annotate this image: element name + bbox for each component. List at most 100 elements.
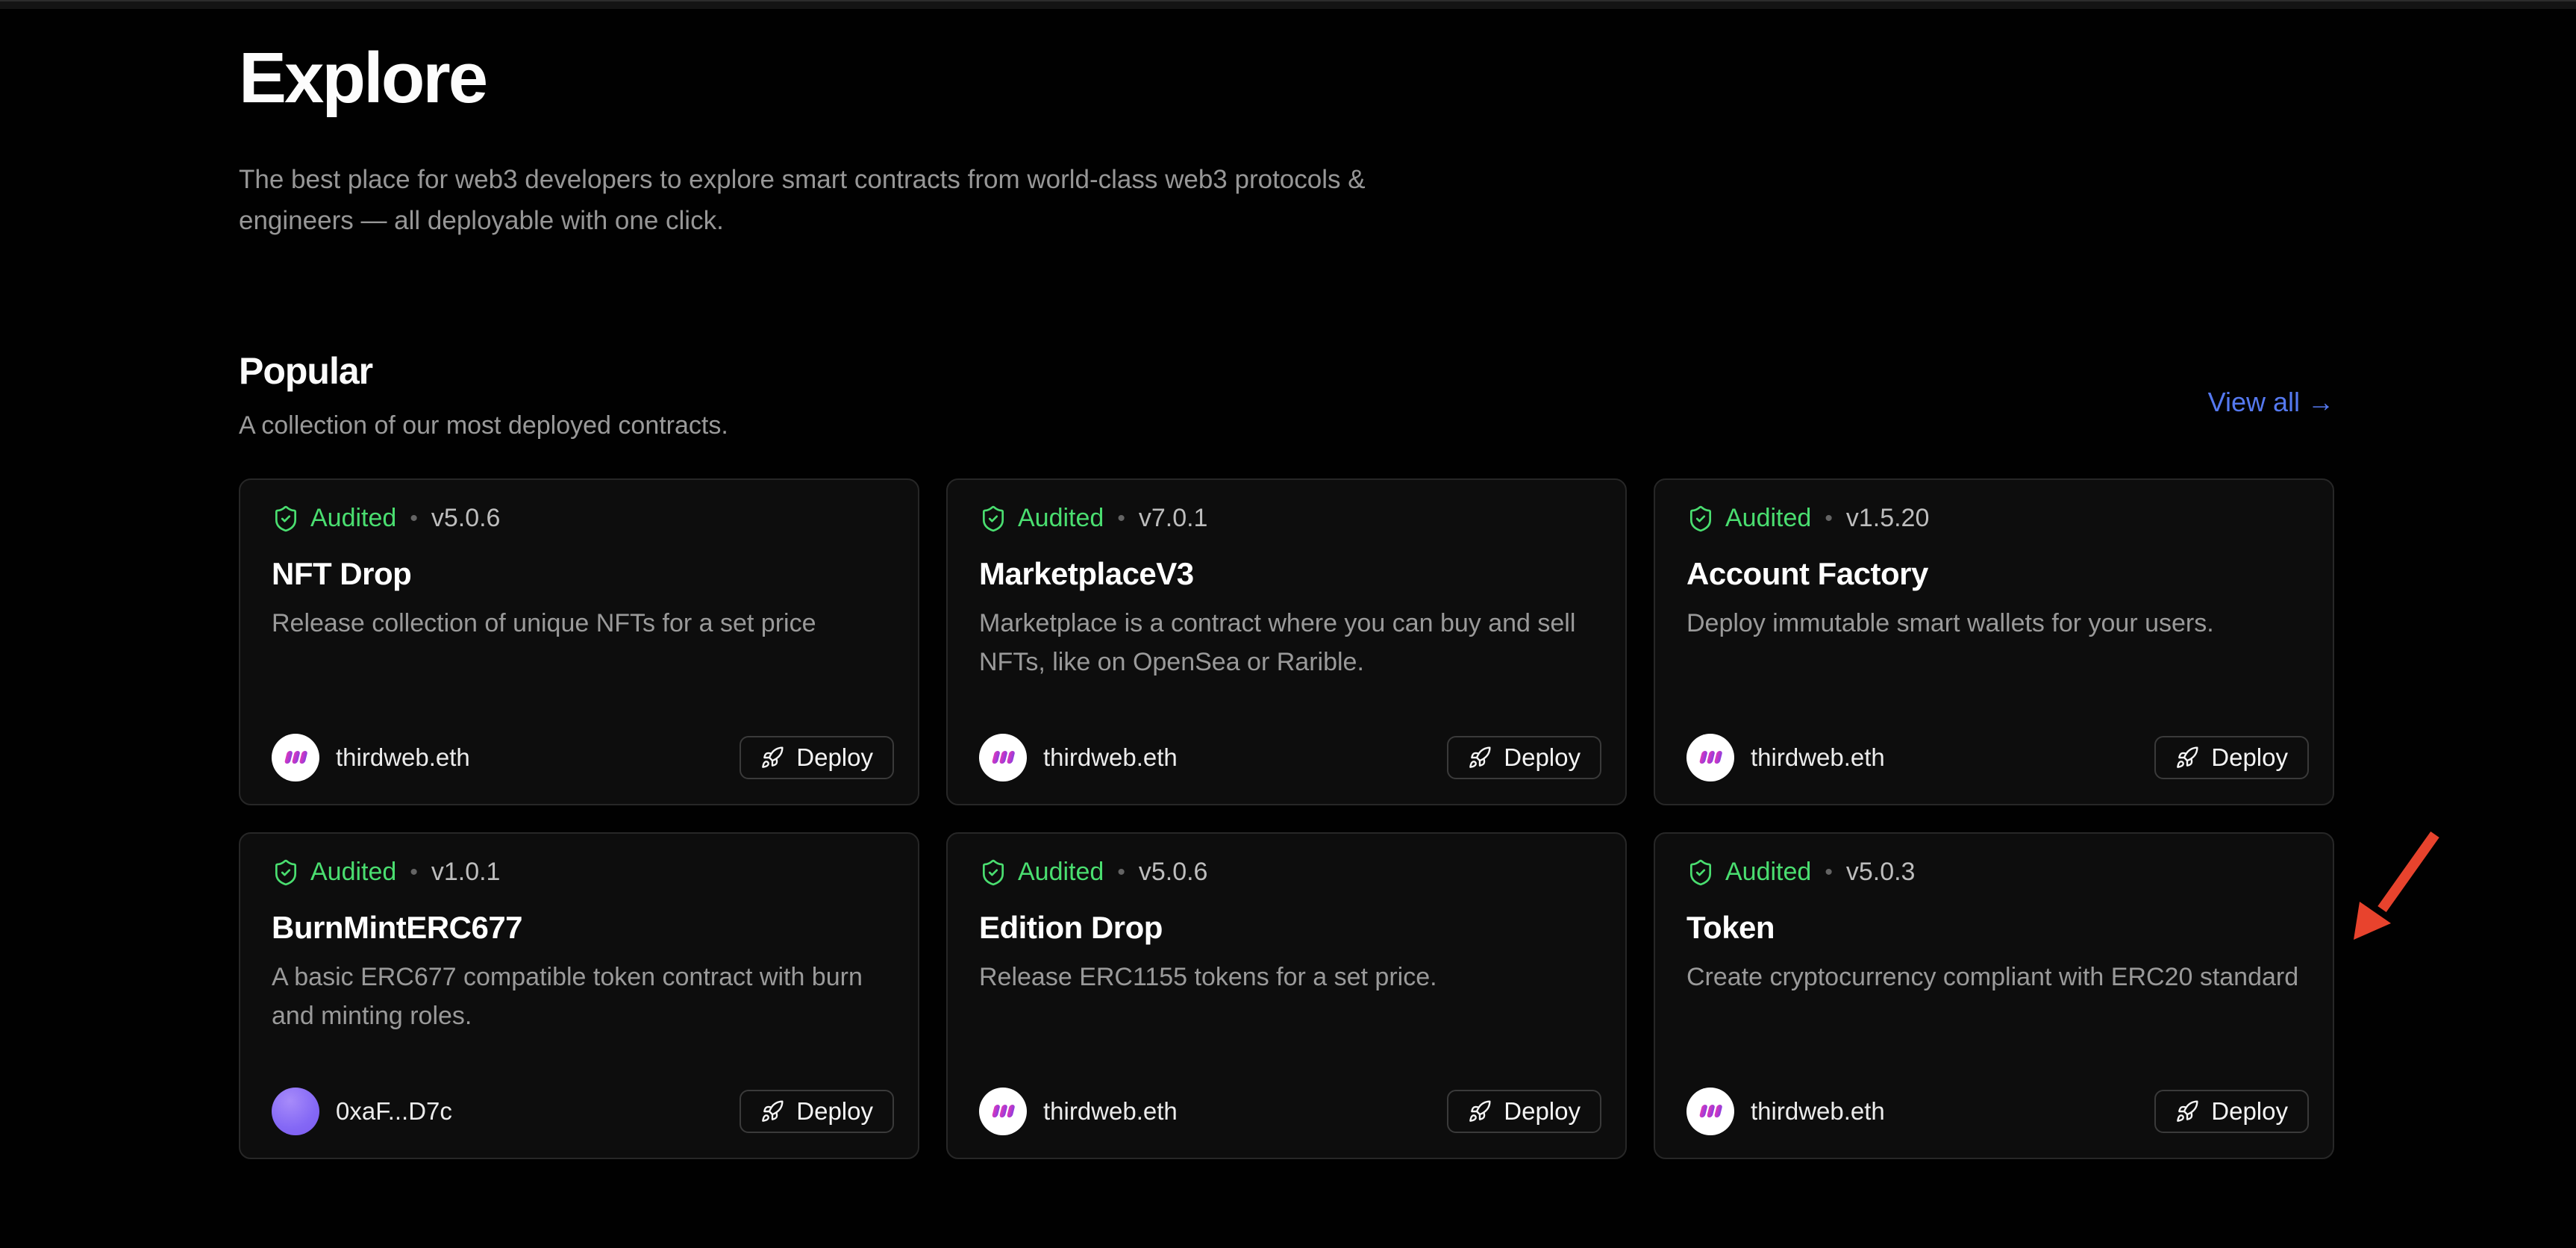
deploy-button[interactable]: Deploy (740, 736, 894, 779)
publisher-link[interactable]: thirdweb.eth (979, 734, 1178, 781)
publisher-link[interactable]: thirdweb.eth (1686, 734, 1885, 781)
dot-separator: • (410, 506, 418, 531)
badge-row: Audited • v1.0.1 (272, 858, 500, 887)
shield-check-icon (1686, 858, 1715, 887)
card-footer: thirdweb.eth Deploy (272, 734, 894, 781)
version-label: v7.0.1 (1139, 504, 1208, 533)
card-footer: thirdweb.eth Deploy (1686, 734, 2309, 781)
publisher-name: thirdweb.eth (336, 743, 470, 772)
publisher-name: thirdweb.eth (1043, 1097, 1178, 1126)
contract-card[interactable]: Audited • v1.5.20 Account Factory Deploy… (1654, 478, 2334, 805)
shield-check-icon (272, 505, 300, 533)
audited-badge: Audited (310, 858, 396, 887)
publisher-name: thirdweb.eth (1043, 743, 1178, 772)
deploy-label: Deploy (1504, 743, 1581, 772)
publisher-link[interactable]: thirdweb.eth (1686, 1088, 1885, 1135)
rocket-icon (760, 746, 784, 770)
contract-card[interactable]: Audited • v5.0.6 NFT Drop Release collec… (239, 478, 919, 805)
dot-separator: • (1825, 860, 1833, 885)
rocket-icon (760, 1099, 784, 1123)
rocket-icon (1468, 1099, 1492, 1123)
badge-row: Audited • v7.0.1 (979, 504, 1207, 533)
contract-title[interactable]: Account Factory (1686, 556, 1928, 592)
contract-description: Marketplace is a contract where you can … (979, 604, 1604, 681)
contract-card[interactable]: Audited • v5.0.3 Token Create cryptocurr… (1654, 832, 2334, 1159)
card-footer: thirdweb.eth Deploy (1686, 1088, 2309, 1135)
contract-card[interactable]: Audited • v5.0.6 Edition Drop Release ER… (946, 832, 1627, 1159)
version-label: v5.0.3 (1846, 858, 1916, 887)
dot-separator: • (1117, 506, 1125, 531)
contract-title[interactable]: MarketplaceV3 (979, 556, 1194, 592)
thirdweb-avatar (979, 734, 1027, 781)
deploy-button[interactable]: Deploy (740, 1090, 894, 1133)
contract-description: Release collection of unique NFTs for a … (272, 604, 897, 643)
section-title-popular: Popular (239, 349, 372, 393)
top-divider (0, 0, 2576, 9)
rocket-icon (2175, 746, 2199, 770)
deploy-button[interactable]: Deploy (2154, 1090, 2309, 1133)
rocket-icon (2175, 1099, 2199, 1123)
contract-title[interactable]: NFT Drop (272, 556, 411, 592)
deploy-button[interactable]: Deploy (1447, 736, 1601, 779)
audited-badge: Audited (1725, 858, 1811, 887)
deploy-button[interactable]: Deploy (2154, 736, 2309, 779)
deploy-label: Deploy (2211, 743, 2288, 772)
contract-title[interactable]: BurnMintERC677 (272, 910, 522, 946)
thirdweb-avatar (1686, 734, 1734, 781)
shield-check-icon (979, 858, 1007, 887)
version-label: v1.0.1 (431, 858, 501, 887)
version-label: v1.5.20 (1846, 504, 1930, 533)
thirdweb-avatar (979, 1088, 1027, 1135)
deploy-label: Deploy (2211, 1097, 2288, 1126)
cards-grid: Audited • v5.0.6 NFT Drop Release collec… (239, 478, 2334, 1159)
version-label: v5.0.6 (1139, 858, 1208, 887)
card-footer: 0xaF...D7c Deploy (272, 1088, 894, 1135)
audited-badge: Audited (1018, 504, 1104, 533)
contract-card[interactable]: Audited • v1.0.1 BurnMintERC677 A basic … (239, 832, 919, 1159)
contract-description: Release ERC1155 tokens for a set price. (979, 958, 1604, 996)
badge-row: Audited • v5.0.6 (272, 504, 500, 533)
deploy-label: Deploy (796, 743, 873, 772)
address-avatar (272, 1088, 319, 1135)
contract-card[interactable]: Audited • v7.0.1 MarketplaceV3 Marketpla… (946, 478, 1627, 805)
view-all-label: View all (2208, 387, 2300, 418)
contract-title[interactable]: Token (1686, 910, 1775, 946)
publisher-link[interactable]: thirdweb.eth (272, 734, 470, 781)
contract-description: Create cryptocurrency compliant with ERC… (1686, 958, 2312, 996)
contract-description: Deploy immutable smart wallets for your … (1686, 604, 2312, 643)
annotation-arrow (2336, 821, 2448, 952)
badge-row: Audited • v5.0.6 (979, 858, 1207, 887)
badge-row: Audited • v5.0.3 (1686, 858, 1915, 887)
contract-title[interactable]: Edition Drop (979, 910, 1163, 946)
right-arrow-icon: → (2307, 387, 2334, 418)
version-label: v5.0.6 (431, 504, 501, 533)
section-subtitle: A collection of our most deployed contra… (239, 411, 728, 440)
audited-badge: Audited (1725, 504, 1811, 533)
publisher-name: thirdweb.eth (1751, 1097, 1885, 1126)
publisher-name: thirdweb.eth (1751, 743, 1885, 772)
thirdweb-avatar (1686, 1088, 1734, 1135)
rocket-icon (1468, 746, 1492, 770)
card-footer: thirdweb.eth Deploy (979, 1088, 1601, 1135)
page-title: Explore (239, 39, 486, 118)
audited-badge: Audited (310, 504, 396, 533)
deploy-label: Deploy (796, 1097, 873, 1126)
dot-separator: • (1117, 860, 1125, 885)
badge-row: Audited • v1.5.20 (1686, 504, 1929, 533)
shield-check-icon (1686, 505, 1715, 533)
audited-badge: Audited (1018, 858, 1104, 887)
dot-separator: • (410, 860, 418, 885)
card-footer: thirdweb.eth Deploy (979, 734, 1601, 781)
shield-check-icon (272, 858, 300, 887)
contract-description: A basic ERC677 compatible token contract… (272, 958, 897, 1035)
publisher-link[interactable]: thirdweb.eth (979, 1088, 1178, 1135)
dot-separator: • (1825, 506, 1833, 531)
page-subtitle: The best place for web3 developers to ex… (239, 159, 1366, 241)
publisher-link[interactable]: 0xaF...D7c (272, 1088, 452, 1135)
publisher-name: 0xaF...D7c (336, 1097, 452, 1126)
thirdweb-avatar (272, 734, 319, 781)
deploy-button[interactable]: Deploy (1447, 1090, 1601, 1133)
deploy-label: Deploy (1504, 1097, 1581, 1126)
view-all-link[interactable]: View all → (2208, 387, 2334, 418)
shield-check-icon (979, 505, 1007, 533)
